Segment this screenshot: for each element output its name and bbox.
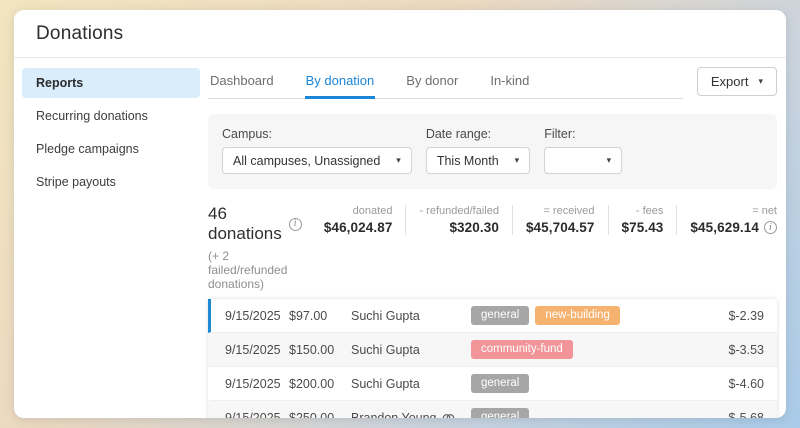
donation-date: 9/15/2025 — [211, 377, 289, 391]
window-header: Donations — [14, 10, 786, 58]
tab-by-donor[interactable]: By donor — [405, 64, 459, 99]
donation-amount: $150.00 — [289, 343, 351, 357]
export-button[interactable]: Export ▾ — [697, 67, 777, 96]
tab-by-donation[interactable]: By donation — [305, 64, 376, 99]
donations-table: 9/15/2025$97.00Suchi Guptageneralnew-bui… — [208, 299, 777, 418]
donation-count-block: 46 donations i (+ 2 failed/refunded dona… — [208, 204, 298, 291]
stat-donated: donated $46,024.87 — [311, 205, 393, 235]
filter-bar: Campus: All campuses, Unassigned ▾ Date … — [208, 114, 777, 189]
tab-in-kind[interactable]: In-kind — [489, 64, 530, 99]
chevron-down-icon: ▾ — [758, 77, 763, 86]
campus-label: Campus: — [222, 127, 412, 141]
donor-name-text: Suchi Gupta — [351, 309, 420, 323]
campus-select-value: All campuses, Unassigned — [233, 154, 380, 168]
donor-name-text: Brandon Young — [351, 411, 437, 419]
date-range-label: Date range: — [426, 127, 530, 141]
date-range-select-value: This Month — [437, 154, 499, 168]
sidebar: ReportsRecurring donationsPledge campaig… — [14, 58, 208, 418]
tab-list: Dashboard By donation By donor In-kind — [208, 64, 683, 99]
fund-tag-community-fund: community-fund — [471, 340, 573, 359]
donations-window: Donations ReportsRecurring donationsPled… — [14, 10, 786, 418]
donation-count: 46 donations — [208, 204, 282, 244]
link-icon — [442, 412, 455, 419]
stat-label: - fees — [622, 205, 664, 217]
donor-name-text: Suchi Gupta — [351, 343, 420, 357]
info-icon[interactable]: i — [764, 221, 777, 234]
table-row[interactable]: 9/15/2025$97.00Suchi Gupta general new-bui… — [208, 299, 777, 333]
export-button-label: Export — [711, 74, 749, 89]
fund-tags: general — [471, 374, 693, 393]
table-row[interactable]: 9/15/2025$250.00Brandon Young general $-5.… — [208, 401, 777, 418]
donation-date: 9/15/2025 — [211, 343, 289, 357]
stat-value-row: $45,629.14 i — [690, 220, 777, 235]
donation-date: 9/15/2025 — [211, 411, 289, 419]
donation-amount: $200.00 — [289, 377, 351, 391]
stat-value-row: $45,704.57 — [526, 220, 595, 235]
fund-tags: general — [471, 408, 693, 418]
fund-tags: general new-building — [471, 306, 693, 325]
page-title: Donations — [36, 23, 762, 45]
stat-value: $320.30 — [449, 220, 499, 235]
stat-value-row: $320.30 — [419, 220, 499, 235]
campus-field: Campus: All campuses, Unassigned ▾ — [222, 127, 412, 174]
stat-received: = received $45,704.57 — [512, 205, 595, 235]
sidebar-item-recurring-donations[interactable]: Recurring donations — [22, 101, 200, 131]
chevron-down-icon: ▾ — [515, 156, 520, 165]
donor-name: Suchi Gupta — [351, 377, 471, 391]
stat-net: = net $45,629.14 i — [676, 205, 777, 235]
tab-dashboard[interactable]: Dashboard — [209, 64, 275, 99]
stat-value-row: $46,024.87 — [324, 220, 393, 235]
donation-date: 9/15/2025 — [211, 309, 289, 323]
stat-label: - refunded/failed — [419, 205, 499, 217]
fee-amount: $-2.39 — [693, 309, 777, 323]
summary-stats: donated $46,024.87 - refunded/failed $320.3… — [298, 205, 777, 235]
stat-fees: - fees $75.43 — [608, 205, 664, 235]
date-range-field: Date range: This Month ▾ — [426, 127, 530, 174]
donation-count-subtitle: (+ 2 failed/refunded donations) — [208, 249, 298, 291]
stat-label: donated — [324, 205, 393, 217]
fund-tag-new-building: new-building — [535, 306, 620, 325]
donor-name-text: Suchi Gupta — [351, 377, 420, 391]
fee-amount: $-5.68 — [693, 411, 777, 419]
donation-amount: $97.00 — [289, 309, 351, 323]
fee-amount: $-3.53 — [693, 343, 777, 357]
chevron-down-icon: ▾ — [396, 156, 401, 165]
sidebar-item-stripe-payouts[interactable]: Stripe payouts — [22, 167, 200, 197]
window-body: ReportsRecurring donationsPledge campaig… — [14, 58, 786, 418]
sidebar-item-pledge-campaigns[interactable]: Pledge campaigns — [22, 134, 200, 164]
donor-name: Suchi Gupta — [351, 309, 471, 323]
sidebar-item-reports[interactable]: Reports — [22, 68, 200, 98]
table-row[interactable]: 9/15/2025$200.00Suchi Gupta general $-4.60 — [208, 367, 777, 401]
stat-value: $46,024.87 — [324, 220, 393, 235]
stat-value: $75.43 — [622, 220, 664, 235]
table-row[interactable]: 9/15/2025$150.00Suchi Gupta community-fun… — [208, 333, 777, 367]
campus-select[interactable]: All campuses, Unassigned ▾ — [222, 147, 412, 174]
fund-tag-general: general — [471, 374, 529, 393]
stat-label: = received — [526, 205, 595, 217]
filter-field: Filter: ▾ — [544, 127, 622, 174]
fund-tags: community-fund — [471, 340, 693, 359]
summary-row: 46 donations i (+ 2 failed/refunded dona… — [208, 204, 777, 291]
fee-amount: $-4.60 — [693, 377, 777, 391]
fund-tag-general: general — [471, 306, 529, 325]
filter-select[interactable]: ▾ — [544, 147, 622, 174]
donor-name: Brandon Young — [351, 411, 471, 419]
stat-value: $45,704.57 — [526, 220, 595, 235]
date-range-select[interactable]: This Month ▾ — [426, 147, 530, 174]
filter-label: Filter: — [544, 127, 622, 141]
donor-name: Suchi Gupta — [351, 343, 471, 357]
stat-refunded-failed: - refunded/failed $320.30 — [405, 205, 499, 235]
main-panel: Dashboard By donation By donor In-kind Expo… — [208, 58, 786, 418]
donation-amount: $250.00 — [289, 411, 351, 419]
tabs-bar: Dashboard By donation By donor In-kind Expo… — [208, 64, 777, 99]
fund-tag-general: general — [471, 408, 529, 418]
stat-value-row: $75.43 — [622, 220, 664, 235]
stat-label: = net — [690, 205, 777, 217]
stat-value: $45,629.14 — [690, 220, 759, 235]
chevron-down-icon: ▾ — [607, 156, 612, 165]
